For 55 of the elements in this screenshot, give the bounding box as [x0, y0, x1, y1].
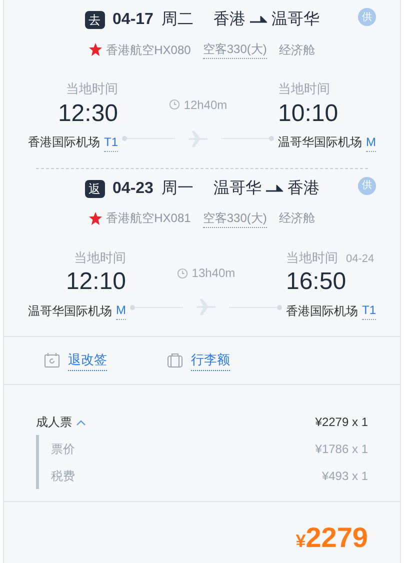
chevron-icon[interactable]: [76, 418, 86, 426]
direction-tag: 返: [84, 180, 105, 198]
flight-duration: 13h40m: [192, 265, 236, 282]
flight-date: 04-23: [112, 178, 154, 198]
supplier-badge: 供: [358, 8, 376, 26]
luggage-icon: [167, 353, 183, 368]
cabin-class: 经济舱: [278, 42, 315, 58]
cabin-class: 经济舱: [278, 210, 315, 227]
fare-item-amount: ¥493 x 1: [322, 468, 368, 484]
policy-link[interactable]: 行李额: [191, 350, 230, 371]
flight-time: 16:50: [286, 267, 346, 297]
terminal-link[interactable]: T1: [362, 301, 376, 320]
clock-icon: [168, 99, 180, 110]
airport-name: 温哥华国际机场: [278, 134, 362, 151]
policy-link[interactable]: 退改签: [68, 350, 107, 371]
fare-item-label: 票价: [51, 440, 75, 458]
local-time-label: 当地时间: [278, 80, 330, 98]
flight-date: 04-17: [112, 10, 154, 30]
origin-city: 温哥华: [213, 178, 262, 198]
terminal-link[interactable]: M: [366, 132, 376, 152]
terminal-link[interactable]: M: [116, 301, 126, 320]
airport-name: 香港国际机场: [286, 302, 358, 320]
airport-name: 香港国际机场: [28, 134, 100, 151]
destination-city: 香港: [287, 178, 320, 198]
airline-flight: 香港航空HX080: [106, 42, 191, 58]
weekday: 周二: [161, 10, 194, 30]
flight-duration: 12h40m: [184, 96, 228, 114]
aircraft-type[interactable]: 空客330(大): [202, 40, 267, 59]
fare-type: 成人票: [36, 414, 72, 431]
local-time-label: 当地时间: [74, 248, 126, 266]
clock-icon: [176, 268, 188, 278]
direction-tag: 去: [84, 11, 105, 29]
local-time-label: 当地时间: [66, 80, 118, 98]
airline-logo-icon: [89, 43, 102, 56]
arrow-icon: [249, 16, 268, 24]
local-time-label: 当地时间: [286, 248, 338, 266]
arrow-icon: [265, 184, 284, 192]
fare-amount: ¥2279 x 1: [315, 414, 368, 431]
terminal-link[interactable]: T1: [104, 132, 118, 152]
total-price: ¥2279: [296, 521, 368, 555]
calendar-icon: [44, 353, 60, 368]
airline-flight: 香港航空HX081: [106, 210, 191, 227]
origin-city: 香港: [213, 10, 246, 30]
flight-time: 12:10: [66, 267, 126, 297]
weekday: 周一: [161, 178, 194, 198]
airline-logo-icon: [89, 212, 102, 224]
flight-time: 12:30: [58, 98, 118, 128]
airport-name: 温哥华国际机场: [28, 302, 112, 320]
fare-item-amount: ¥1786 x 1: [315, 440, 368, 458]
aircraft-type[interactable]: 空客330(大): [202, 208, 267, 228]
flight-time: 10:10: [278, 98, 338, 128]
arrival-date: 04-24: [346, 252, 374, 266]
destination-city: 温哥华: [271, 10, 320, 30]
supplier-badge: 供: [358, 176, 376, 194]
fare-item-label: 税费: [51, 468, 75, 484]
